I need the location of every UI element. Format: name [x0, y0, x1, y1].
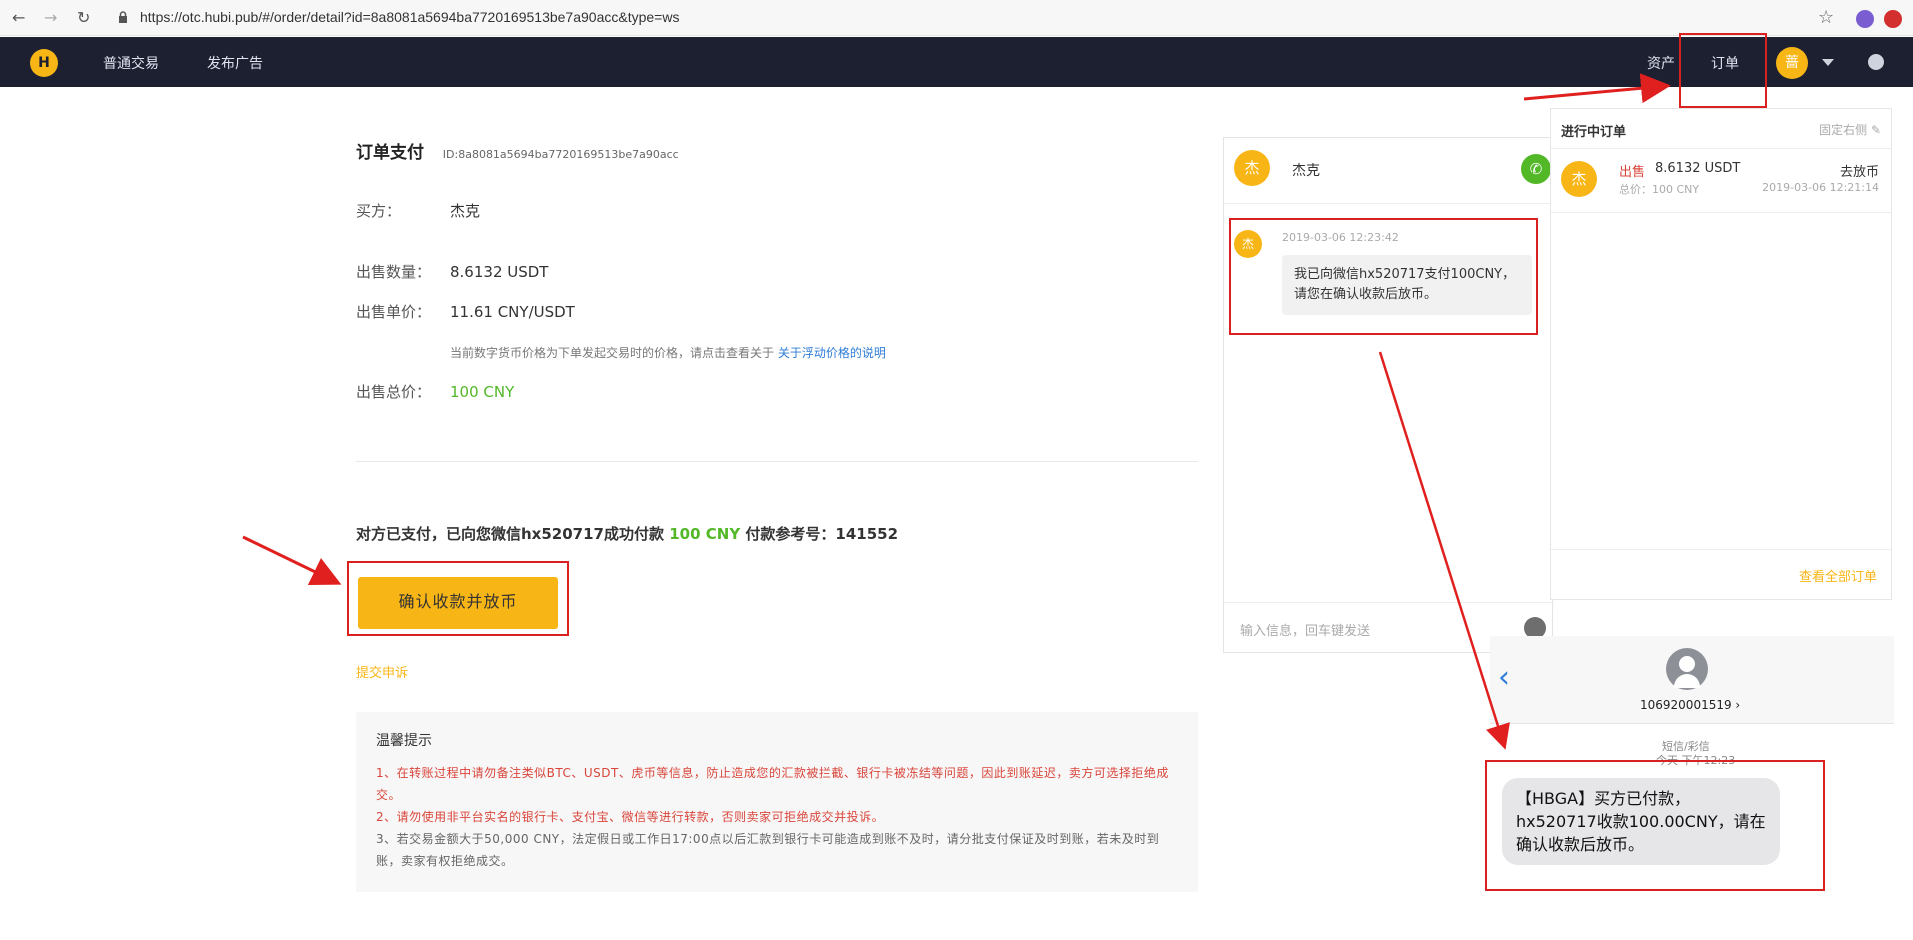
nav-post-ad[interactable]: 发布广告 — [207, 53, 263, 73]
highlight-box — [1485, 760, 1825, 891]
total-label: 出售总价： — [356, 383, 432, 401]
chat-contact-name: 杰克 — [1292, 163, 1320, 179]
release-coin-link[interactable]: 去放币 — [1840, 161, 1879, 180]
forward-arrow-icon[interactable]: → — [44, 8, 57, 27]
tip-line: 2、请勿使用非平台实名的银行卡、支付宝、微信等进行转款，否则卖家可拒绝成交并投诉… — [376, 810, 885, 824]
sms-header: ‹ 106920001519 › — [1490, 636, 1894, 724]
sms-sender: 106920001519 › — [1640, 698, 1741, 712]
tip-line: 3、若交易金额大于50,000 CNY，法定假日或工作日17:00点以后汇款到银… — [376, 832, 1160, 868]
browser-toolbar: ← → ↻ https://otc.hubi.pub/#/order/detai… — [0, 0, 1913, 36]
globe-icon[interactable] — [1868, 54, 1884, 70]
arrow — [242, 535, 342, 586]
back-arrow-icon[interactable]: ← — [12, 8, 25, 27]
address-bar[interactable]: https://otc.hubi.pub/#/order/detail?id=8… — [140, 9, 679, 25]
top-navigation: H 普通交易 发布广告 资产 订单 蔷 — [0, 37, 1913, 87]
order-id: ID:8a8081a5694ba7720169513be7a90acc — [442, 148, 679, 161]
extension-icon[interactable] — [1884, 10, 1902, 28]
order-amount: 8.6132 USDT — [1655, 161, 1741, 176]
buyer-name: 杰克 — [450, 202, 481, 220]
nav-normal-trade[interactable]: 普通交易 — [103, 53, 159, 73]
extension-icon[interactable] — [1856, 10, 1874, 28]
chevron-down-icon[interactable] — [1822, 59, 1834, 66]
order-total: 总价：100 CNY — [1619, 183, 1700, 196]
logo[interactable]: H — [30, 49, 58, 77]
bookmark-star-icon[interactable]: ☆ — [1818, 7, 1834, 28]
lock-icon — [119, 11, 127, 23]
orders-panel-header: 进行中订单 固定右侧 ✎ — [1551, 109, 1891, 149]
orders-panel-footer: 查看全部订单 — [1551, 549, 1891, 599]
order-list-item[interactable]: 杰 出售 8.6132 USDT 去放币 总价：100 CNY 2019-03-… — [1551, 149, 1891, 213]
payment-reference: 付款参考号：141552 — [745, 525, 899, 543]
orders-panel-title: 进行中订单 — [1561, 125, 1627, 140]
view-all-orders-link[interactable]: 查看全部订单 — [1799, 566, 1877, 585]
reload-icon[interactable]: ↻ — [77, 8, 90, 27]
page-title: 订单支付 — [356, 143, 424, 163]
order-avatar: 杰 — [1561, 161, 1597, 197]
orders-panel: 进行中订单 固定右侧 ✎ 杰 出售 8.6132 USDT 去放币 总价：100… — [1550, 108, 1892, 600]
divider — [356, 461, 1198, 462]
chat-avatar: 杰 — [1234, 150, 1270, 186]
highlight-box — [1679, 33, 1767, 108]
paid-amount: 100 CNY — [669, 525, 741, 543]
order-side: 出售 — [1619, 165, 1646, 180]
contact-avatar — [1666, 648, 1708, 690]
quantity-value: 8.6132 USDT — [450, 263, 549, 281]
chevron-left-icon: ‹ — [1498, 660, 1510, 695]
chat-panel: 杰 杰克 ✆ 杰 2019-03-06 12:23:42 我已向微信hx5207… — [1223, 137, 1554, 653]
price-value: 11.61 CNY/USDT — [450, 303, 575, 321]
arrow — [1523, 73, 1671, 104]
tip-line: 1、在转账过程中请勿备注类似BTC、USDT、虎币等信息，防止造成您的汇款被拦截… — [376, 766, 1169, 802]
paid-status: 对方已支付，已向您微信hx520717成功付款 — [356, 525, 664, 543]
tips-title: 温馨提示 — [376, 733, 432, 749]
highlight-box — [347, 561, 569, 636]
order-time: 2019-03-06 12:21:14 — [1762, 181, 1879, 194]
pin-icon: ✎ — [1870, 123, 1881, 137]
pin-right-toggle[interactable]: 固定右侧 ✎ — [1819, 121, 1881, 138]
phone-icon[interactable]: ✆ — [1521, 154, 1551, 184]
nav-assets[interactable]: 资产 — [1647, 53, 1675, 73]
floating-price-link[interactable]: 关于浮动价格的说明 — [778, 346, 886, 360]
quantity-label: 出售数量： — [356, 263, 432, 281]
price-label: 出售单价： — [356, 303, 432, 321]
tips-box: 温馨提示 1、在转账过程中请勿备注类似BTC、USDT、虎币等信息，防止造成您的… — [356, 712, 1198, 892]
total-value: 100 CNY — [450, 383, 515, 401]
chat-header: 杰 杰克 ✆ — [1224, 138, 1552, 204]
highlight-box — [1229, 218, 1538, 335]
pin-label: 固定右侧 — [1819, 123, 1868, 137]
price-note: 当前数字货币价格为下单发起交易时的价格，请点击查看关于 — [450, 346, 775, 360]
user-avatar[interactable]: 蔷 — [1776, 47, 1808, 79]
chat-input[interactable]: 输入信息，回车键发送 — [1240, 620, 1370, 639]
buyer-label: 买方： — [356, 202, 402, 220]
appeal-link[interactable]: 提交申诉 — [356, 662, 408, 681]
